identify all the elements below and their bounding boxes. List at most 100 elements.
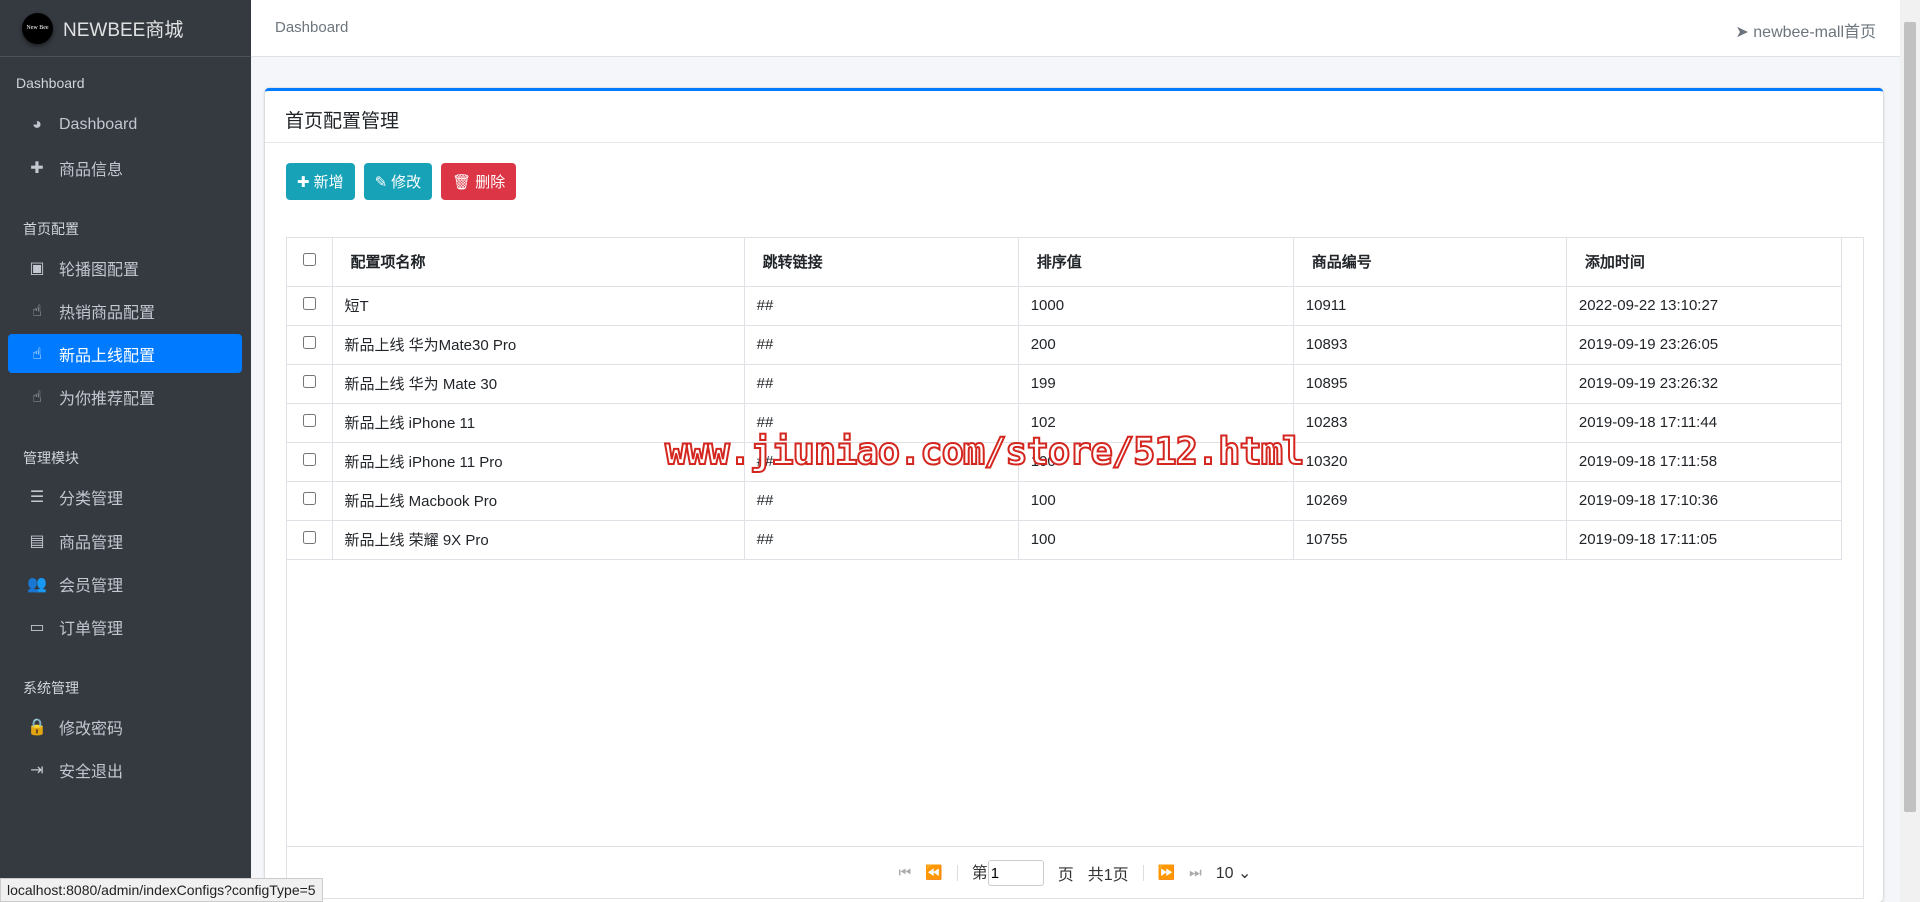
top-navbar: Dashboard ➤ newbee-mall首页: [251, 0, 1900, 57]
lock-icon: 🔒: [27, 718, 47, 736]
table-cell: 199: [1018, 364, 1294, 404]
sidebar-item[interactable]: ✚ 商品信息: [8, 148, 242, 187]
table-cell: ##: [744, 325, 1019, 365]
page-size-select[interactable]: 10 ⌄: [1216, 863, 1252, 883]
mall-home-link[interactable]: ➤ newbee-mall首页: [1735, 18, 1876, 42]
pagination: ⏮ ⏪ 第 页 共1页 ⏩ ⏭ 10 ⌄: [287, 846, 1863, 898]
row-checkbox[interactable]: [302, 531, 316, 544]
sidebar-item[interactable]: ▣ 轮播图配置: [8, 248, 242, 287]
delete-label: 删除: [475, 174, 506, 191]
table-cell: ##: [744, 286, 1019, 326]
table-row[interactable]: 新品上线 iPhone 11 ## 102 10283 2019-09-18 17:11…: [287, 403, 1843, 443]
table-row[interactable]: 短T ## 1000 10911 2022-09-22 13:10:27: [287, 286, 1843, 326]
sidebar-item-label: 商品管理: [59, 534, 124, 552]
table-row[interactable]: 新品上线 Macbook Pro ## 100 10269 2019-09-18 17:…: [287, 481, 1843, 521]
next-page-icon[interactable]: ⏩: [1158, 864, 1175, 881]
scrollbar[interactable]: [1900, 0, 1920, 902]
row-checkbox[interactable]: [302, 414, 316, 427]
page-input[interactable]: [987, 860, 1044, 887]
divider: [1142, 864, 1144, 881]
row-checkbox[interactable]: [302, 375, 316, 388]
table-row[interactable]: 新品上线 华为Mate30 Pro ## 200 10893 2019-09-19 23…: [287, 325, 1843, 365]
row-checkbox[interactable]: [302, 297, 316, 310]
sidebar-item-label: 新品上线配置: [59, 347, 156, 365]
column-header[interactable]: 商品编号: [1293, 238, 1567, 287]
table-cell: 10895: [1293, 364, 1567, 404]
row-checkbox[interactable]: [302, 453, 316, 466]
row-checkbox[interactable]: [302, 336, 316, 349]
edit-button[interactable]: ✎ 修改: [363, 163, 433, 200]
sidebar-item[interactable]: ☰ 分类管理: [8, 477, 242, 516]
first-page-icon[interactable]: ⏮: [899, 864, 912, 881]
sidebar-item[interactable]: ◕ Dashboard: [8, 105, 242, 144]
hand-pointer-icon: ☝: [32, 302, 42, 320]
sidebar-item[interactable]: ☝ 新品上线配置: [8, 334, 242, 373]
sidebar-section-header: 管理模块: [23, 450, 79, 466]
table-cell: ##: [744, 442, 1019, 482]
table-cell: 2019-09-18 17:10:36: [1566, 481, 1843, 521]
breadcrumb[interactable]: Dashboard: [275, 19, 348, 36]
column-header[interactable]: 排序值: [1018, 238, 1294, 287]
sidebar-item[interactable]: ☝ 为你推荐配置: [8, 377, 242, 416]
divider: [956, 864, 958, 881]
add-label: 新增: [313, 174, 344, 191]
prev-page-icon[interactable]: ⏪: [925, 864, 942, 881]
sidebar-item-label: 安全退出: [59, 763, 124, 781]
sidebar-item[interactable]: ☝ 热销商品配置: [8, 291, 242, 330]
sign-out-icon: ⇥: [30, 761, 44, 779]
sidebar-item[interactable]: ▭ 订单管理: [8, 607, 242, 646]
sidebar-item[interactable]: 👥 会员管理: [8, 564, 242, 603]
sidebar-item[interactable]: ▤ 商品管理: [8, 521, 242, 560]
column-header[interactable]: 配置项名称: [332, 238, 745, 287]
table-cell: 10755: [1293, 520, 1567, 560]
chevron-down-icon: ⌄: [1237, 864, 1252, 882]
brand[interactable]: New Bee NEWBEE商城: [0, 0, 251, 57]
brand-name: NEWBEE商城: [63, 19, 184, 41]
users-icon: 👥: [27, 575, 47, 593]
sidebar-item-label: 轮播图配置: [59, 261, 140, 279]
config-grid: 配置项名称 跳转链接 排序值 商品编号 添加时间 短T ## 1000 10911 2022-0…: [286, 237, 1864, 899]
column-header[interactable]: 跳转链接: [744, 238, 1019, 287]
hand-pointer-icon: ☝: [32, 388, 42, 406]
table-cell: 新品上线 iPhone 11: [332, 403, 745, 443]
table-row[interactable]: 新品上线 iPhone 11 Pro ## 100 10320 2019-09-18 1…: [287, 442, 1843, 482]
brand-logo: New Bee: [22, 12, 53, 44]
table-cell: 1000: [1018, 286, 1294, 326]
edit-label: 修改: [391, 174, 422, 191]
delete-button[interactable]: 🗑 删除: [441, 163, 517, 200]
page-prefix: 第: [971, 864, 988, 882]
image-icon: ▣: [29, 259, 45, 277]
table-cell: 100: [1018, 520, 1294, 560]
edit-icon: ✎: [374, 173, 388, 191]
table-cell: 2019-09-19 23:26:32: [1566, 364, 1843, 404]
table-cell: 10911: [1293, 286, 1567, 326]
table-cell: 10283: [1293, 403, 1567, 443]
tachometer-icon: ◕: [32, 115, 42, 133]
trash-icon: 🗑: [452, 173, 472, 191]
scrollbar-thumb[interactable]: [1904, 22, 1916, 812]
sidebar-item[interactable]: ⇥ 安全退出: [8, 750, 242, 789]
table-cell: 2019-09-18 17:11:05: [1566, 520, 1843, 560]
table-cell: 10269: [1293, 481, 1567, 521]
sidebar-section-header: 首页配置: [23, 221, 79, 237]
select-all-checkbox[interactable]: [302, 253, 316, 267]
plus-icon: ✚: [30, 159, 44, 177]
table-cell: 200: [1018, 325, 1294, 365]
config-card: 首页配置管理 ✚ 新增 ✎ 修改 🗑 删除 配置项名称 跳转链接 排序值 商品编号 添加时间 …: [265, 88, 1883, 902]
sidebar-item-label: 商品信息: [59, 161, 124, 179]
sidebar-item-label: 订单管理: [59, 620, 124, 638]
sidebar-item-label: 热销商品配置: [59, 304, 156, 322]
plus-icon: ✚: [297, 173, 310, 191]
table-row[interactable]: 新品上线 荣耀 9X Pro ## 100 10755 2019-09-18 17:11…: [287, 520, 1843, 560]
row-checkbox[interactable]: [302, 492, 316, 505]
table-cell: ##: [744, 403, 1019, 443]
sidebar-item[interactable]: 🔒 修改密码: [8, 707, 242, 746]
table-cell: 新品上线 华为 Mate 30: [332, 364, 745, 404]
money-icon: ▭: [29, 618, 45, 636]
table-cell: 短T: [332, 286, 745, 326]
add-button[interactable]: ✚ 新增: [286, 163, 355, 200]
column-header[interactable]: 添加时间: [1566, 238, 1843, 287]
table-cell: 10893: [1293, 325, 1567, 365]
last-page-icon[interactable]: ⏭: [1189, 864, 1202, 881]
table-row[interactable]: 新品上线 华为 Mate 30 ## 199 10895 2019-09-19 23:2…: [287, 364, 1843, 404]
